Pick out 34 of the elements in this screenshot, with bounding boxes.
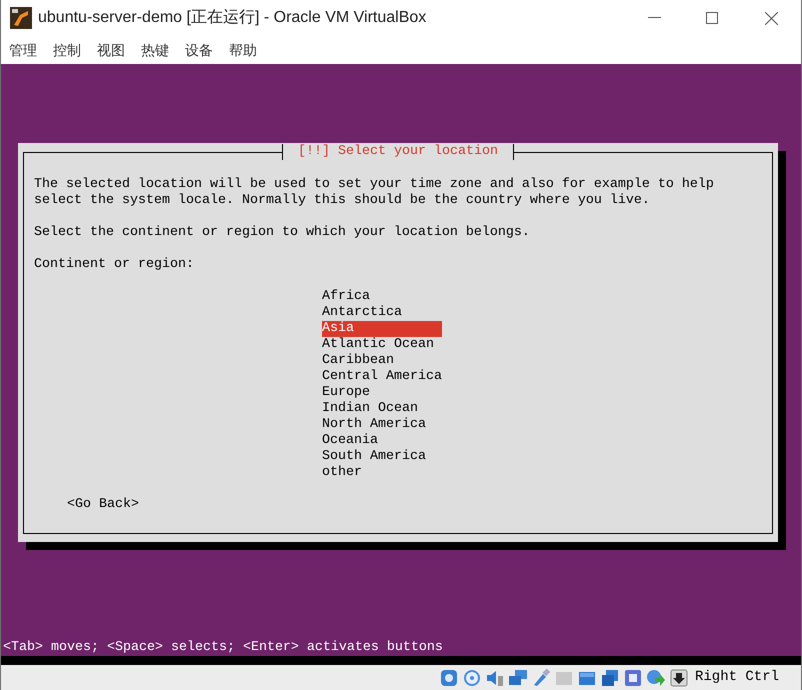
host-key-label: Right Ctrl [694, 668, 779, 687]
dialog-title: [!!] Select your location [282, 144, 514, 160]
list-option[interactable]: South America [322, 449, 442, 465]
list-option[interactable]: Indian Ocean [322, 401, 442, 417]
screens-icon[interactable] [600, 668, 620, 688]
list-option[interactable]: other [322, 465, 442, 481]
menu-item[interactable]: 热键 [141, 40, 169, 60]
list-option[interactable]: Africa [322, 289, 442, 305]
minimize-icon[interactable] [648, 17, 661, 19]
maximize-icon[interactable] [706, 12, 718, 24]
menu-item[interactable]: 管理 [9, 40, 37, 60]
chip-icon[interactable] [622, 668, 643, 688]
menu-item[interactable]: 设备 [185, 40, 213, 60]
list-option[interactable]: Caribbean [322, 353, 442, 369]
optical-disc-icon[interactable] [462, 668, 482, 688]
window-title: ubuntu-server-demo [正在运行] - Oracle VM VirtualBox [38, 8, 426, 28]
menu-item[interactable]: 控制 [53, 40, 81, 60]
menu-item[interactable]: 视图 [97, 40, 125, 60]
instruction-text: Select the continent or region to which your location belongs. [34, 225, 531, 241]
list-option[interactable]: North America [322, 417, 442, 433]
list-option[interactable]: Oceania [322, 433, 442, 449]
network-icon[interactable] [508, 668, 528, 688]
menu-item[interactable]: 帮助 [229, 40, 257, 60]
list-option[interactable]: Central America [322, 369, 442, 385]
list-option[interactable]: Atlantic Ocean [322, 337, 442, 353]
list-option[interactable]: Asia [322, 321, 442, 337]
go-back-button[interactable]: <Go Back> [67, 497, 139, 513]
prompt-label: Continent or region: [34, 257, 195, 273]
list-option[interactable]: Antarctica [322, 305, 442, 321]
app-icon [10, 7, 32, 29]
close-icon[interactable] [765, 12, 778, 24]
key-hint-text: <Tab> moves; <Space> selects; <Enter> activates buttons [2, 640, 444, 656]
list-option[interactable]: Europe [322, 385, 442, 401]
description-text: The selected location will be used to set your time zone and also for example to help select the system locale. Normally this should be the country where you live. [34, 177, 715, 209]
